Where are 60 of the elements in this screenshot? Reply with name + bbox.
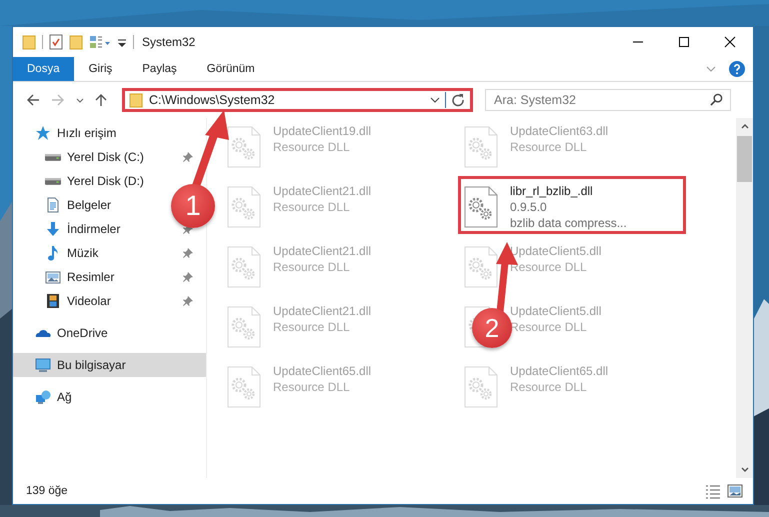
file-detail: Resource DLL xyxy=(273,380,351,394)
sidebar-item[interactable]: Ağ xyxy=(13,385,78,409)
file-detail: Resource DLL xyxy=(510,140,588,154)
ribbon-tab[interactable]: Giriş xyxy=(74,57,128,81)
sidebar-item[interactable]: Yerel Disk (C:) xyxy=(13,145,150,169)
monitor-icon xyxy=(35,357,51,373)
back-icon[interactable] xyxy=(25,92,41,108)
large-icons-view-icon[interactable] xyxy=(727,483,743,499)
sidebar-item[interactable]: Videolar xyxy=(13,289,117,313)
settings-file-icon xyxy=(464,366,498,408)
document-icon xyxy=(45,197,61,213)
file-detail: Resource DLL xyxy=(510,260,588,274)
settings-file-icon xyxy=(464,186,498,228)
window-title: System32 xyxy=(142,35,196,49)
view-options-icon[interactable] xyxy=(89,34,111,50)
download-arrow-icon xyxy=(45,221,61,237)
sidebar-item[interactable]: OneDrive xyxy=(13,321,114,345)
file-detail: Resource DLL xyxy=(273,260,351,274)
file-name[interactable]: libr_rl_bzlib_.dll xyxy=(510,184,627,198)
up-icon[interactable] xyxy=(93,92,109,108)
settings-file-icon xyxy=(227,246,261,288)
file-detail: Resource DLL xyxy=(273,140,351,154)
scrollbar[interactable] xyxy=(736,118,753,478)
file-detail: Resource DLL xyxy=(273,320,351,334)
address-field[interactable]: C:\Windows\System32 xyxy=(122,88,473,112)
film-icon xyxy=(45,293,61,309)
help-icon[interactable] xyxy=(729,61,745,77)
scrollbar-thumb[interactable] xyxy=(737,136,752,182)
ribbon-tab[interactable]: Dosya xyxy=(13,57,74,81)
folder-icon xyxy=(129,92,143,108)
picture-icon xyxy=(45,269,61,285)
settings-file-icon xyxy=(464,126,498,168)
sidebar-item[interactable]: Hızlı erişim xyxy=(13,121,122,145)
settings-file-icon xyxy=(464,246,498,288)
file-detail: Resource DLL xyxy=(510,380,588,394)
file-detail: Resource DLL xyxy=(273,200,351,214)
file-detail: bzlib data compress... xyxy=(510,216,627,230)
sidebar-item[interactable]: Yerel Disk (D:) xyxy=(13,169,150,193)
star-icon xyxy=(35,125,51,141)
drive-icon xyxy=(45,178,61,184)
ribbon-tab[interactable]: Görünüm xyxy=(192,57,270,81)
sidebar-item[interactable]: Belgeler xyxy=(13,193,118,217)
settings-file-icon xyxy=(227,186,261,228)
sidebar-item[interactable]: Bu bilgisayar xyxy=(13,353,206,377)
details-view-icon[interactable] xyxy=(705,483,721,499)
settings-file-icon xyxy=(227,366,261,408)
drive-icon xyxy=(45,154,61,160)
sidebar-item[interactable]: Müzik xyxy=(13,241,104,265)
sidebar-item[interactable]: Resimler xyxy=(13,265,120,289)
file-detail: 0.9.5.0 xyxy=(510,200,548,214)
folder-icon xyxy=(22,34,36,50)
search-icon xyxy=(710,93,723,106)
ribbon-tab[interactable]: Paylaş xyxy=(127,57,192,81)
settings-file-icon xyxy=(227,126,261,168)
network-icon xyxy=(35,389,51,405)
sidebar-item[interactable]: İndirmeler xyxy=(13,217,126,241)
item-count: 139 öğe xyxy=(26,485,68,497)
properties-icon[interactable] xyxy=(49,34,63,50)
search-field[interactable]: Ara: System32 xyxy=(485,89,731,111)
settings-file-icon xyxy=(227,306,261,348)
